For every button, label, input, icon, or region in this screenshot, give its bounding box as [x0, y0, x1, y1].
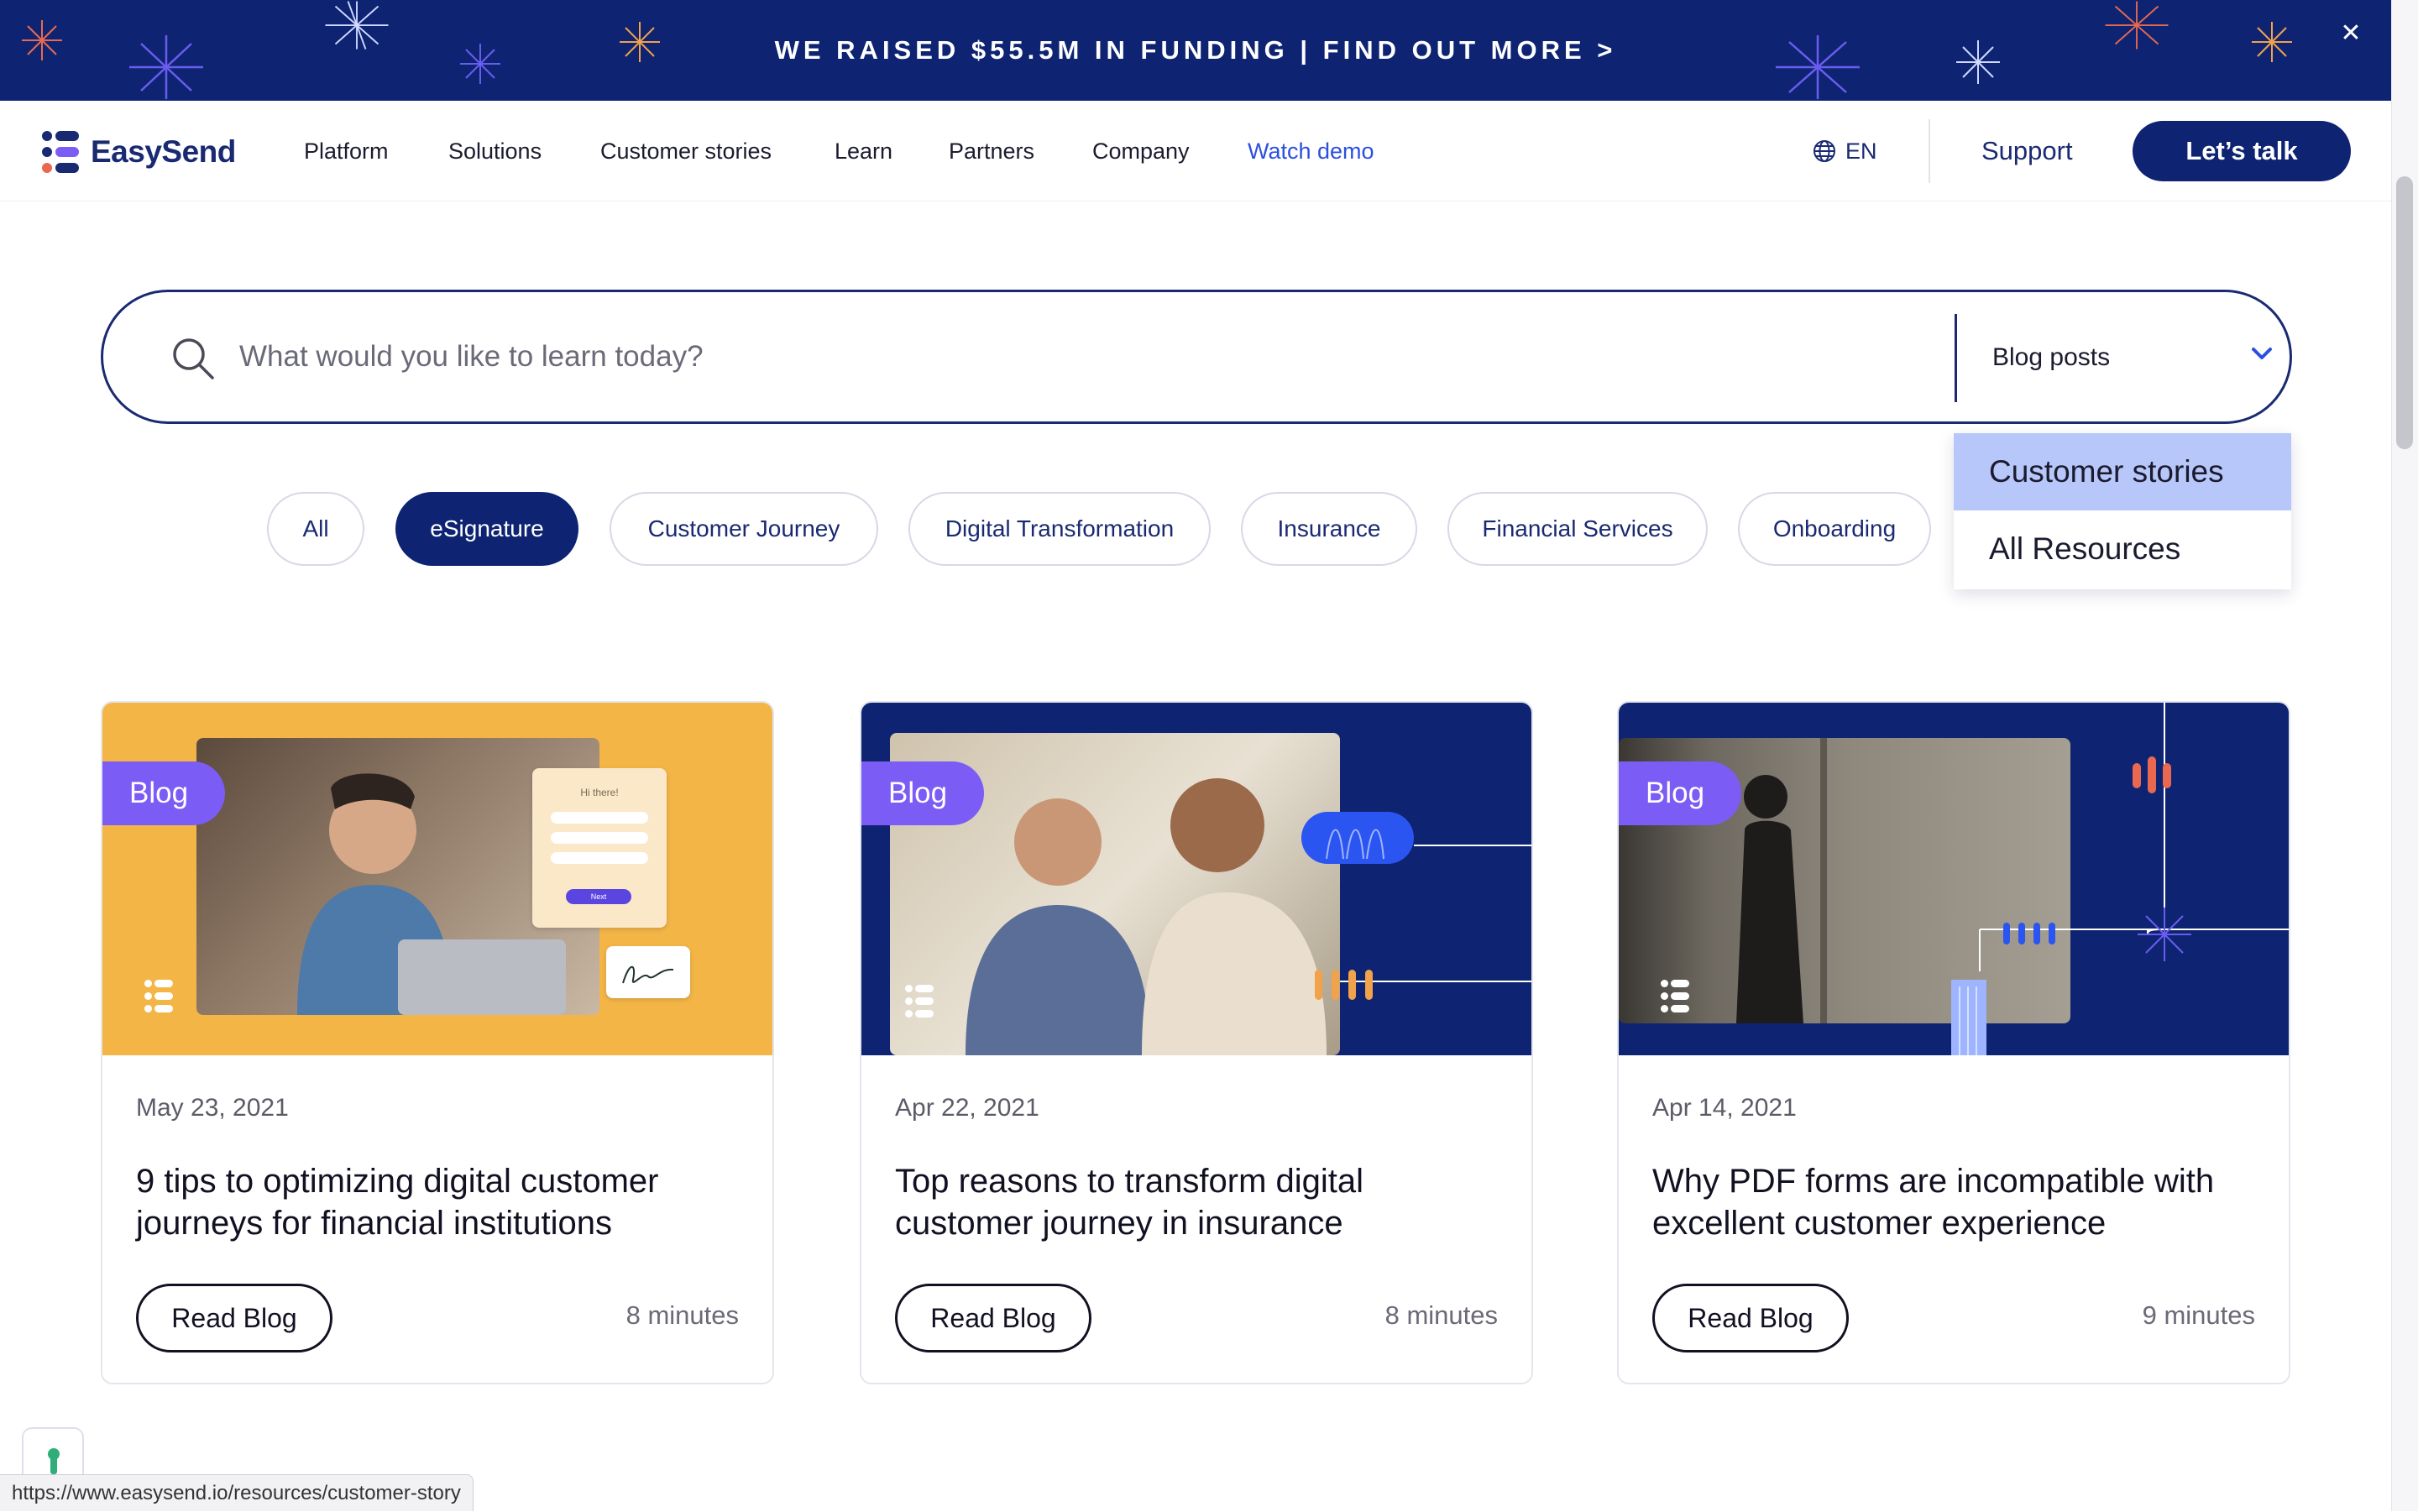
nav-item-solutions[interactable]: Solutions — [448, 134, 542, 168]
form-greeting: Hi there! — [580, 787, 619, 798]
blog-tag: Blog — [1619, 761, 1741, 825]
filter-chip-insurance[interactable]: Insurance — [1241, 492, 1417, 566]
blog-tag: Blog — [861, 761, 984, 825]
decorative-shape — [1951, 980, 1986, 1055]
status-bar-url: https://www.easysend.io/resources/custom… — [0, 1474, 474, 1511]
content-type-dropdown: Customer stories All Resources — [1954, 433, 2291, 589]
decorative-bars — [2133, 756, 2171, 793]
form-next-button: Next — [566, 889, 631, 904]
search-type-divider — [1955, 314, 1957, 402]
card-date: May 23, 2021 — [136, 1094, 289, 1122]
card-image: Blog — [861, 703, 1531, 1055]
search-bar: Blog posts — [101, 290, 2292, 424]
card-title[interactable]: 9 tips to optimizing digital customer jo… — [136, 1160, 749, 1244]
announcement-banner[interactable]: WE RAISED $55.5M IN FUNDING | FIND OUT M… — [0, 0, 2391, 101]
form-field — [551, 812, 648, 824]
nav-item-platform[interactable]: Platform — [304, 134, 389, 168]
easysend-mark-icon — [144, 980, 173, 1012]
nav-divider — [1929, 119, 1930, 183]
watch-demo-link[interactable]: Watch demo — [1248, 134, 1374, 168]
easysend-mark-icon — [905, 985, 934, 1018]
logo[interactable]: EasySend — [42, 131, 236, 173]
card-date: Apr 22, 2021 — [895, 1094, 1039, 1122]
decorative-bars — [2003, 923, 2055, 944]
read-time: 9 minutes — [2142, 1300, 2255, 1330]
card-image: Hi there! Next Blog — [102, 703, 772, 1055]
blog-card[interactable]: Hi there! Next Blog May 23, 2021 9 tips … — [101, 701, 774, 1384]
dropdown-option-customer-stories[interactable]: Customer stories — [1954, 433, 2291, 510]
read-blog-button[interactable]: Read Blog — [136, 1284, 332, 1352]
easysend-mark-icon — [1661, 980, 1689, 1012]
blog-card[interactable]: Blog Apr 22, 2021 Top reasons to transfo… — [860, 701, 1533, 1384]
filter-chip-esignature[interactable]: eSignature — [395, 492, 578, 566]
filter-chip-onboarding[interactable]: Onboarding — [1738, 492, 1931, 566]
firework-decoration — [2138, 908, 2191, 961]
read-time: 8 minutes — [1384, 1300, 1498, 1330]
search-icon — [173, 338, 214, 379]
globe-icon — [1814, 140, 1835, 162]
form-field — [551, 832, 648, 844]
filter-chip-financial-services[interactable]: Financial Services — [1447, 492, 1708, 566]
nav-item-company[interactable]: Company — [1092, 134, 1190, 168]
lets-talk-button[interactable]: Let’s talk — [2133, 121, 2351, 181]
signature-icon — [622, 965, 674, 984]
blog-tag: Blog — [102, 761, 225, 825]
scrollbar-thumb[interactable] — [2396, 176, 2413, 449]
nav-item-customer-stories[interactable]: Customer stories — [600, 134, 772, 168]
signature-preview — [606, 946, 690, 998]
card-image: Blog — [1619, 703, 2289, 1055]
filter-chip-all[interactable]: All — [267, 492, 364, 566]
nav-item-learn[interactable]: Learn — [835, 134, 892, 168]
form-preview-card: Hi there! Next — [532, 768, 667, 928]
card-title[interactable]: Why PDF forms are incompatible with exce… — [1652, 1160, 2265, 1244]
filter-chip-digital-transformation[interactable]: Digital Transformation — [908, 492, 1211, 566]
language-selector[interactable]: EN — [1812, 134, 1877, 168]
form-field — [551, 852, 648, 864]
easysend-logo-icon — [42, 131, 79, 173]
nav-item-partners[interactable]: Partners — [949, 134, 1034, 168]
decorative-bars — [1315, 970, 1373, 1000]
card-title[interactable]: Top reasons to transform digital custome… — [895, 1160, 1508, 1244]
close-icon[interactable]: ✕ — [2334, 17, 2368, 50]
decorative-lines — [1979, 703, 2289, 971]
language-label: EN — [1845, 139, 1877, 164]
filter-chip-customer-journey[interactable]: Customer Journey — [610, 492, 878, 566]
read-blog-button[interactable]: Read Blog — [895, 1284, 1091, 1352]
content-type-select[interactable]: Blog posts — [1992, 341, 2110, 374]
chevron-down-icon[interactable] — [2251, 346, 2273, 361]
funding-announcement-link[interactable]: WE RAISED $55.5M IN FUNDING | FIND OUT M… — [0, 0, 2391, 101]
card-date: Apr 14, 2021 — [1652, 1094, 1797, 1122]
support-link[interactable]: Support — [1981, 133, 2073, 170]
dropdown-option-all-resources[interactable]: All Resources — [1954, 510, 2291, 588]
main-navigation: EasySend Platform Solutions Customer sto… — [0, 101, 2391, 201]
search-input[interactable] — [238, 330, 1917, 384]
read-time: 8 minutes — [625, 1300, 739, 1330]
blog-card[interactable]: Blog Apr 14, 2021 Why PDF forms are inco… — [1617, 701, 2290, 1384]
logo-text: EasySend — [91, 134, 236, 169]
read-blog-button[interactable]: Read Blog — [1652, 1284, 1849, 1352]
